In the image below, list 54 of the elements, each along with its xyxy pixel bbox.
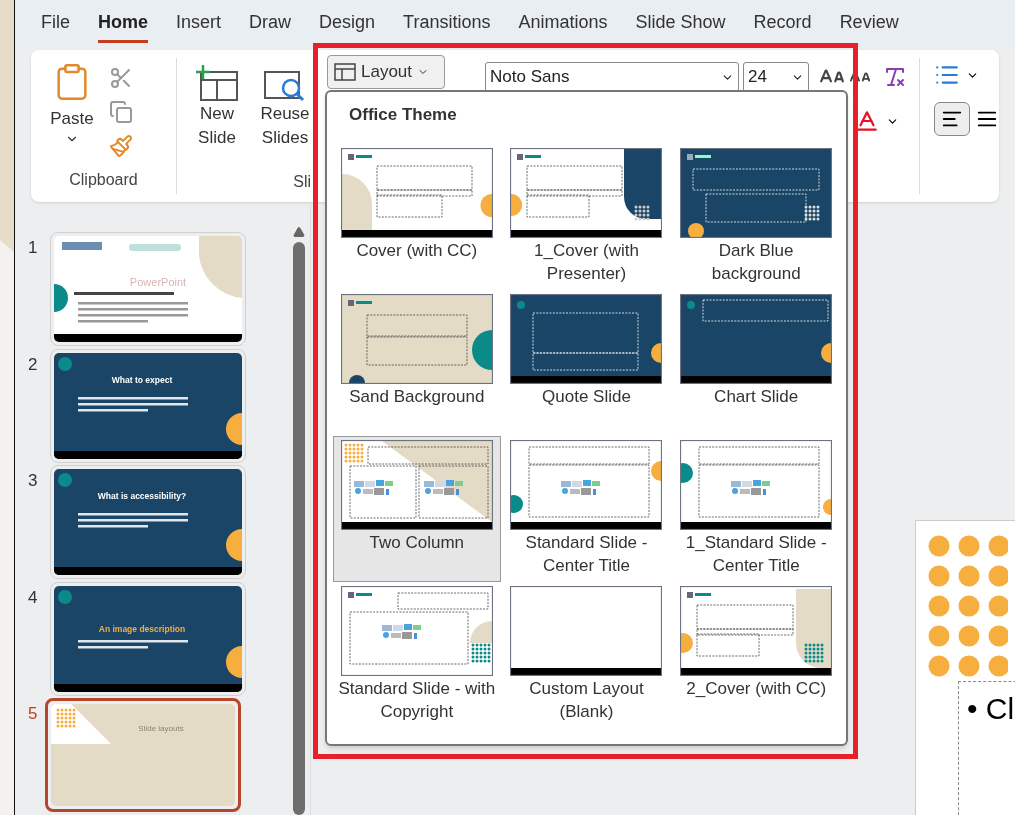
ribbon-tab[interactable]: Animations (518, 3, 608, 43)
layout-option[interactable]: Standard Slide - with Copyright (333, 581, 501, 728)
layout-option[interactable]: Custom Layout (Blank) (502, 581, 671, 728)
layout-icon (334, 63, 356, 81)
reuse-slides-button[interactable]: Reuse Slides (257, 64, 313, 170)
format-painter-icon[interactable] (109, 134, 133, 158)
copy-icon[interactable] (109, 100, 133, 124)
text-placeholder[interactable]: • Cl (958, 681, 1015, 815)
slide-decoration-drawing (51, 704, 111, 745)
slide-number: 4 (27, 587, 39, 608)
ribbon-tab[interactable]: Insert (176, 3, 222, 43)
new-slide-button[interactable]: New Slide (189, 64, 245, 170)
slide-title: PowerPoint (128, 276, 188, 289)
ribbon-tab[interactable]: Home (98, 3, 149, 43)
scrollbar-thumb[interactable] (293, 242, 305, 815)
slide-thumbnail[interactable]: What to expect (50, 348, 246, 463)
slide-number: 3 (27, 471, 39, 492)
align-left-button[interactable] (934, 102, 970, 136)
clear-formatting-icon[interactable] (883, 65, 907, 89)
ribbon-tab[interactable]: Slide Show (635, 3, 726, 43)
cut-icon[interactable] (109, 66, 133, 90)
scroll-up-icon[interactable] (293, 226, 305, 238)
layout-option[interactable]: 1_Cover (with Presenter) (502, 143, 671, 290)
slide-title: What to expect (110, 374, 174, 386)
layout-option[interactable]: Quote Slide (502, 289, 671, 436)
paste-button[interactable]: Paste (49, 62, 95, 168)
slide-thumbnail[interactable]: What is accessibility? (50, 465, 246, 580)
ribbon-tab[interactable]: Review (839, 3, 899, 43)
ribbon-tab[interactable]: Draw (249, 3, 292, 43)
layout-option[interactable]: 2_Cover (with CC) (672, 581, 840, 728)
group-label: Sli (293, 172, 311, 192)
layout-option[interactable]: Sand Background (333, 289, 501, 436)
layout-option[interactable]: Dark Blue background (672, 143, 840, 290)
layout-button[interactable]: Layout (327, 55, 445, 89)
slide-number: 5 (27, 704, 39, 725)
ribbon-tab[interactable]: Transitions (403, 3, 491, 43)
slide-number: 2 (27, 354, 39, 375)
ribbon-tab[interactable]: Record (753, 3, 812, 43)
layout-option[interactable]: Two Column (333, 435, 501, 582)
slide-title: Slide layouts (138, 724, 184, 734)
slide-title: An image description (97, 623, 187, 635)
layout-option[interactable]: Cover (with CC) (333, 143, 501, 290)
bullet-text: • Cl (967, 692, 1015, 725)
slide-title: What is accessibility? (96, 491, 188, 503)
layout-option[interactable]: Standard Slide - Center Title (502, 435, 671, 582)
slide-thumbnail[interactable]: An image description (50, 581, 246, 696)
ribbon-tab[interactable]: Design (319, 3, 376, 43)
menu-heading: Office Theme (349, 105, 457, 124)
ribbon-tab[interactable]: File (41, 3, 70, 43)
layout-option[interactable]: Chart Slide (672, 289, 840, 436)
new-slide-icon (195, 64, 239, 102)
group-label: Clipboard (69, 170, 138, 190)
layout-option[interactable]: 1_Standard Slide - Center Title (672, 435, 840, 582)
slide-number: 1 (27, 238, 39, 258)
